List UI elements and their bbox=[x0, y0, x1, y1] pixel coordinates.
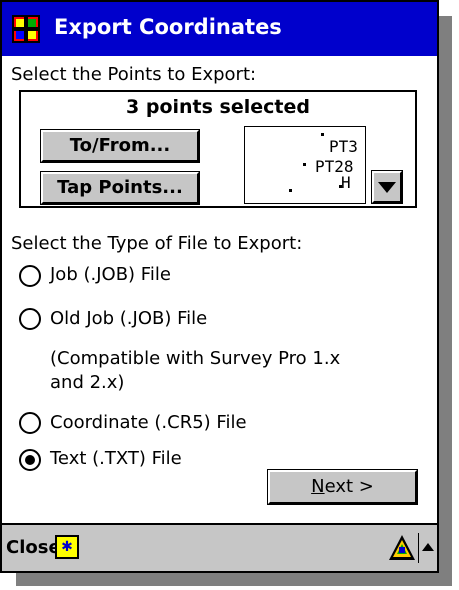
radio-button[interactable] bbox=[19, 412, 41, 434]
radio-button[interactable] bbox=[19, 265, 41, 287]
radio-label[interactable]: Coordinate (.CR5) File bbox=[50, 412, 247, 433]
point-label: PT3 bbox=[329, 137, 358, 156]
next-mnemonic: N bbox=[311, 476, 325, 497]
points-section-label: Select the Points to Export: bbox=[11, 64, 257, 85]
to-from-button[interactable]: To/From... bbox=[40, 129, 200, 163]
file-type-section-label: Select the Type of File to Export: bbox=[11, 233, 303, 254]
points-preview[interactable]: PT3 PT28 H bbox=[244, 126, 366, 204]
radio-label[interactable]: Job (.JOB) File bbox=[50, 264, 171, 285]
dialog-window: Export Coordinates Select the Points to … bbox=[0, 0, 439, 573]
command-bar: Close ✱ bbox=[2, 523, 437, 571]
close-button[interactable]: Close bbox=[6, 537, 61, 558]
preview-dropdown-button[interactable] bbox=[371, 170, 403, 204]
point-label: H bbox=[341, 173, 351, 192]
next-button[interactable]: Next > bbox=[267, 469, 418, 505]
tray-divider bbox=[418, 533, 419, 563]
point-marker bbox=[339, 185, 342, 188]
up-arrow-icon[interactable] bbox=[421, 541, 435, 553]
survey-app-icon[interactable] bbox=[12, 15, 40, 43]
radio-label[interactable]: Text (.TXT) File bbox=[50, 448, 182, 469]
point-marker bbox=[303, 163, 306, 166]
radio-selected-dot bbox=[25, 455, 35, 465]
compatibility-note: (Compatible with Survey Pro 1.x bbox=[50, 348, 341, 369]
title-bar: Export Coordinates bbox=[2, 2, 437, 56]
radio-button[interactable] bbox=[19, 308, 41, 330]
point-marker bbox=[321, 133, 324, 136]
tap-points-button[interactable]: Tap Points... bbox=[40, 171, 200, 205]
next-label: ext > bbox=[324, 476, 374, 497]
window-title: Export Coordinates bbox=[54, 15, 282, 39]
keyboard-icon[interactable]: ✱ bbox=[55, 535, 79, 559]
radio-label[interactable]: Old Job (.JOB) File bbox=[50, 308, 207, 329]
points-selection-box: 3 points selected To/From... Tap Points.… bbox=[19, 90, 417, 208]
compatibility-note-continued: and 2.x) bbox=[50, 372, 125, 393]
radio-button-selected[interactable] bbox=[19, 449, 41, 471]
triangle-down-icon bbox=[378, 182, 396, 193]
selected-count: 3 points selected bbox=[126, 96, 310, 118]
triangle-satellite-icon[interactable] bbox=[387, 533, 417, 563]
point-marker bbox=[289, 189, 292, 192]
